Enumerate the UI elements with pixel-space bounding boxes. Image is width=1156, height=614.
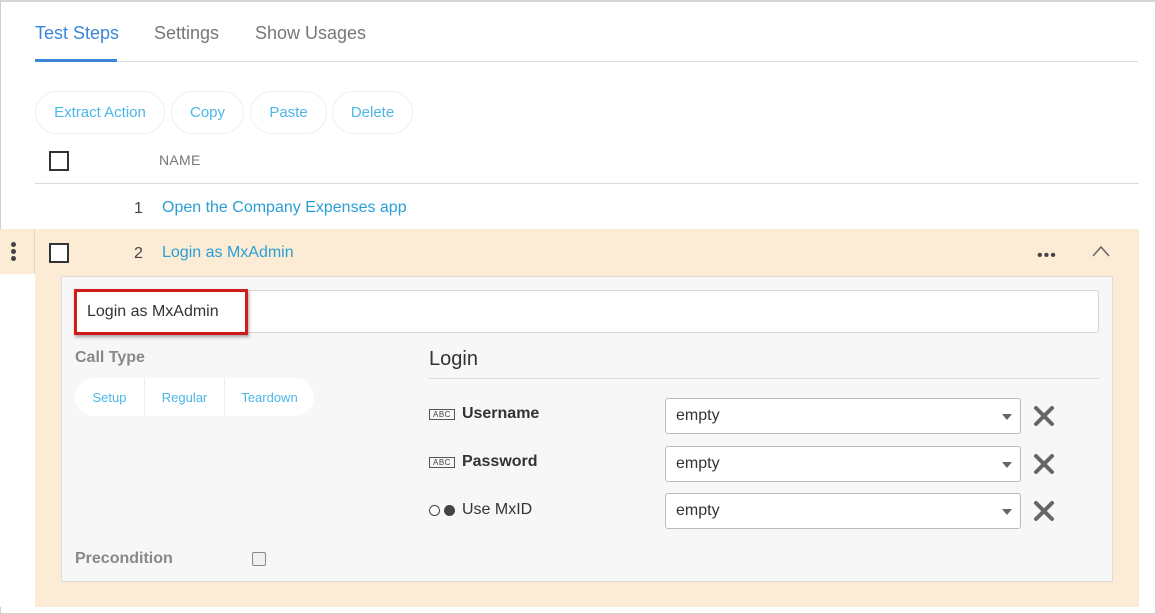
tab-settings[interactable]: Settings — [154, 23, 219, 44]
param-use-mxid-label: Use MxID — [429, 501, 532, 519]
precondition-checkbox[interactable] — [252, 552, 266, 566]
call-type-regular[interactable]: Regular — [144, 378, 224, 416]
tab-bar: Test Steps Settings Show Usages — [35, 18, 1138, 62]
extract-action-button[interactable]: Extract Action — [35, 91, 165, 134]
active-tab-indicator — [35, 59, 117, 62]
row-number: 2 — [134, 245, 143, 262]
step-details-panel: Login as MxAdmin Call Type Setup Regular… — [61, 276, 1113, 582]
dropdown-caret-icon — [1002, 462, 1012, 468]
column-header-name: NAME — [159, 152, 201, 168]
call-type-label: Call Type — [75, 349, 145, 366]
clear-password-icon[interactable] — [1032, 452, 1056, 476]
param-password-label: ABC Password — [429, 453, 538, 471]
action-section-title: Login — [429, 348, 478, 370]
row-number: 1 — [134, 200, 143, 217]
table-row[interactable]: 1 Open the Company Expenses app — [35, 185, 1139, 228]
username-select[interactable]: empty — [665, 398, 1021, 434]
step-name-input[interactable]: Login as MxAdmin — [75, 290, 1099, 333]
delete-button[interactable]: Delete — [332, 91, 413, 134]
call-type-selector: Setup Regular Teardown — [75, 378, 314, 416]
row-checkbox[interactable] — [49, 243, 69, 263]
more-options-icon[interactable]: ••• — [1037, 248, 1057, 264]
chevron-up-icon[interactable] — [1092, 243, 1110, 261]
call-type-setup[interactable]: Setup — [75, 378, 144, 416]
call-type-teardown[interactable]: Teardown — [224, 378, 314, 416]
select-all-checkbox[interactable] — [49, 151, 69, 171]
clear-username-icon[interactable] — [1032, 404, 1056, 428]
boolean-type-icon — [429, 504, 455, 516]
tab-show-usages[interactable]: Show Usages — [255, 23, 366, 44]
step-name-link[interactable]: Login as MxAdmin — [162, 244, 294, 262]
dropdown-caret-icon — [1002, 414, 1012, 420]
copy-button[interactable]: Copy — [171, 91, 244, 134]
drag-handle-cell — [0, 229, 35, 274]
string-type-icon: ABC — [429, 456, 455, 468]
param-username-label: ABC Username — [429, 405, 539, 423]
tab-test-steps[interactable]: Test Steps — [35, 23, 119, 44]
string-type-icon: ABC — [429, 408, 455, 420]
dropdown-caret-icon — [1002, 509, 1012, 515]
divider — [429, 378, 1099, 379]
paste-button[interactable]: Paste — [250, 91, 327, 134]
clear-use-mxid-icon[interactable] — [1032, 499, 1056, 523]
table-header: NAME — [35, 140, 1139, 184]
precondition-label: Precondition — [75, 550, 173, 567]
use-mxid-select[interactable]: empty — [665, 493, 1021, 529]
step-name-link[interactable]: Open the Company Expenses app — [162, 199, 407, 217]
password-select[interactable]: empty — [665, 446, 1021, 482]
kebab-menu-icon[interactable] — [11, 242, 19, 262]
